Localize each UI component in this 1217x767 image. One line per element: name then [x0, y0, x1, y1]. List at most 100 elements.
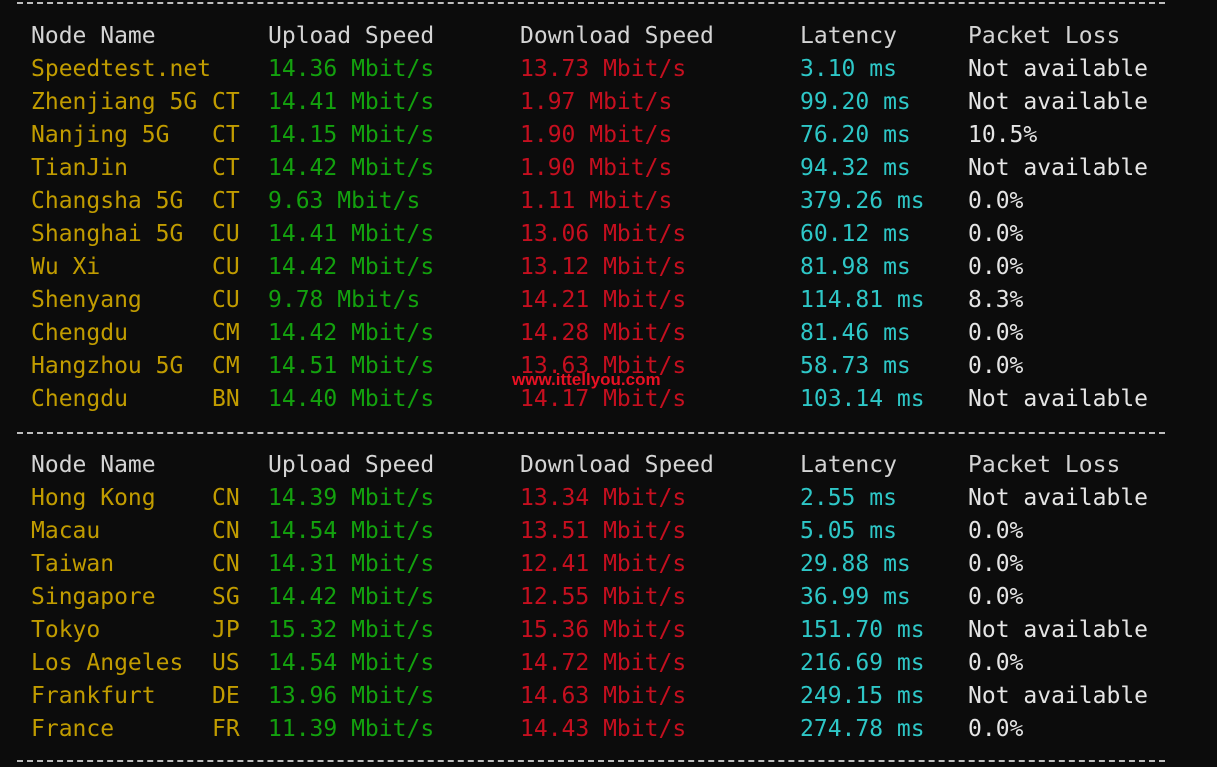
table-row: Nanjing 5G CT 14.15 Mbit/s 1.90 Mbit/s 76.20… — [0, 119, 1217, 152]
isp-code: BN — [212, 386, 240, 412]
download-speed: 13.34 Mbit/s — [520, 485, 687, 511]
terminal-window: Node Name Upload Speed Download Speed La… — [0, 0, 1217, 767]
packet-loss: Not available — [968, 683, 1149, 709]
upload-speed: 14.36 Mbit/s — [268, 56, 435, 82]
node-name: Los Angeles — [31, 650, 184, 676]
header-node-name: Node Name — [31, 452, 156, 478]
packet-loss: Not available — [968, 617, 1149, 643]
upload-speed: 14.54 Mbit/s — [268, 518, 435, 544]
table-row: Hong Kong CN 14.39 Mbit/s 13.34 Mbit/s 2.55 … — [0, 482, 1217, 515]
header-latency: Latency — [800, 23, 897, 49]
isp-code: CT — [212, 155, 240, 181]
table-row: Tokyo JP 15.32 Mbit/s 15.36 Mbit/s 151.70 ms… — [0, 614, 1217, 647]
table-row: Taiwan CN 14.31 Mbit/s 12.41 Mbit/s 29.88 ms… — [0, 548, 1217, 581]
node-name: Singapore — [31, 584, 156, 610]
isp-code: CU — [212, 287, 240, 313]
latency: 249.15 ms — [800, 683, 925, 709]
header-download: Download Speed — [520, 452, 714, 478]
isp-code: JP — [212, 617, 240, 643]
header-node-name: Node Name — [31, 23, 156, 49]
upload-speed: 14.51 Mbit/s — [268, 353, 435, 379]
isp-code: CU — [212, 254, 240, 280]
latency: 36.99 ms — [800, 584, 911, 610]
packet-loss: 0.0% — [968, 650, 1024, 676]
packet-loss: 0.0% — [968, 584, 1024, 610]
node-name: Taiwan — [31, 551, 115, 577]
isp-code: US — [212, 650, 240, 676]
latency: 114.81 ms — [800, 287, 925, 313]
download-speed: 14.72 Mbit/s — [520, 650, 687, 676]
node-name: Chengdu — [31, 320, 128, 346]
isp-code: CN — [212, 551, 240, 577]
upload-speed: 14.54 Mbit/s — [268, 650, 435, 676]
packet-loss: Not available — [968, 56, 1149, 82]
upload-speed: 9.78 Mbit/s — [268, 287, 421, 313]
download-speed: 1.97 Mbit/s — [520, 89, 673, 115]
upload-speed: 14.15 Mbit/s — [268, 122, 435, 148]
packet-loss: Not available — [968, 386, 1149, 412]
isp-code: DE — [212, 683, 240, 709]
isp-code: CN — [212, 485, 240, 511]
packet-loss: 0.0% — [968, 716, 1024, 742]
table-row: Los Angeles US 14.54 Mbit/s 14.72 Mbit/s 216… — [0, 647, 1217, 680]
watermark: www.ittellyou.com — [512, 370, 661, 389]
download-speed: 14.21 Mbit/s — [520, 287, 687, 313]
table-row: Macau CN 14.54 Mbit/s 13.51 Mbit/s 5.05 ms 0.… — [0, 515, 1217, 548]
node-name: Shanghai 5G — [31, 221, 184, 247]
upload-speed: 14.39 Mbit/s — [268, 485, 435, 511]
packet-loss: 0.0% — [968, 320, 1024, 346]
upload-speed: 14.41 Mbit/s — [268, 89, 435, 115]
node-name: France — [31, 716, 115, 742]
node-name: Speedtest.net — [31, 56, 212, 82]
header-upload: Upload Speed — [268, 452, 435, 478]
node-name: Frankfurt — [31, 683, 156, 709]
node-name: Chengdu — [31, 386, 128, 412]
upload-speed: 14.42 Mbit/s — [268, 584, 435, 610]
packet-loss: Not available — [968, 485, 1149, 511]
packet-loss: 0.0% — [968, 518, 1024, 544]
packet-loss: Not available — [968, 89, 1149, 115]
header-upload: Upload Speed — [268, 23, 435, 49]
download-speed: 14.43 Mbit/s — [520, 716, 687, 742]
download-speed: 12.55 Mbit/s — [520, 584, 687, 610]
download-speed: 15.36 Mbit/s — [520, 617, 687, 643]
upload-speed: 14.42 Mbit/s — [268, 155, 435, 181]
upload-speed: 14.42 Mbit/s — [268, 254, 435, 280]
node-name: Macau — [31, 518, 101, 544]
latency: 3.10 ms — [800, 56, 897, 82]
separator-line — [17, 760, 1165, 762]
table-row: Chengdu CM 14.42 Mbit/s 14.28 Mbit/s 81.46 m… — [0, 317, 1217, 350]
isp-code: CU — [212, 221, 240, 247]
table-row: Wu Xi CU 14.42 Mbit/s 13.12 Mbit/s 81.98 ms 0… — [0, 251, 1217, 284]
download-speed: 1.11 Mbit/s — [520, 188, 673, 214]
download-speed: 14.63 Mbit/s — [520, 683, 687, 709]
upload-speed: 11.39 Mbit/s — [268, 716, 435, 742]
upload-speed: 9.63 Mbit/s — [268, 188, 421, 214]
upload-speed: 13.96 Mbit/s — [268, 683, 435, 709]
isp-code: SG — [212, 584, 240, 610]
node-name: Tokyo — [31, 617, 101, 643]
separator-line — [17, 2, 1165, 4]
table-header: Node Name Upload Speed Download Speed La… — [0, 20, 1217, 53]
packet-loss: 0.0% — [968, 353, 1024, 379]
upload-speed: 14.42 Mbit/s — [268, 320, 435, 346]
isp-code: CT — [212, 188, 240, 214]
latency: 103.14 ms — [800, 386, 925, 412]
node-name: TianJin — [31, 155, 128, 181]
latency: 76.20 ms — [800, 122, 911, 148]
packet-loss: 8.3% — [968, 287, 1024, 313]
upload-speed: 14.41 Mbit/s — [268, 221, 435, 247]
latency: 60.12 ms — [800, 221, 911, 247]
download-speed: 13.73 Mbit/s — [520, 56, 687, 82]
table-row: Singapore SG 14.42 Mbit/s 12.55 Mbit/s 36.99… — [0, 581, 1217, 614]
download-speed: 1.90 Mbit/s — [520, 122, 673, 148]
table-row: France FR 11.39 Mbit/s 14.43 Mbit/s 274.78 m… — [0, 713, 1217, 746]
latency: 29.88 ms — [800, 551, 911, 577]
download-speed: 13.06 Mbit/s — [520, 221, 687, 247]
latency: 5.05 ms — [800, 518, 897, 544]
node-name: Changsha 5G — [31, 188, 184, 214]
header-packet-loss: Packet Loss — [968, 23, 1121, 49]
node-name: Shenyang — [31, 287, 142, 313]
table-row: Shenyang CU 9.78 Mbit/s 14.21 Mbit/s 114.81 … — [0, 284, 1217, 317]
node-name: Nanjing 5G — [31, 122, 170, 148]
